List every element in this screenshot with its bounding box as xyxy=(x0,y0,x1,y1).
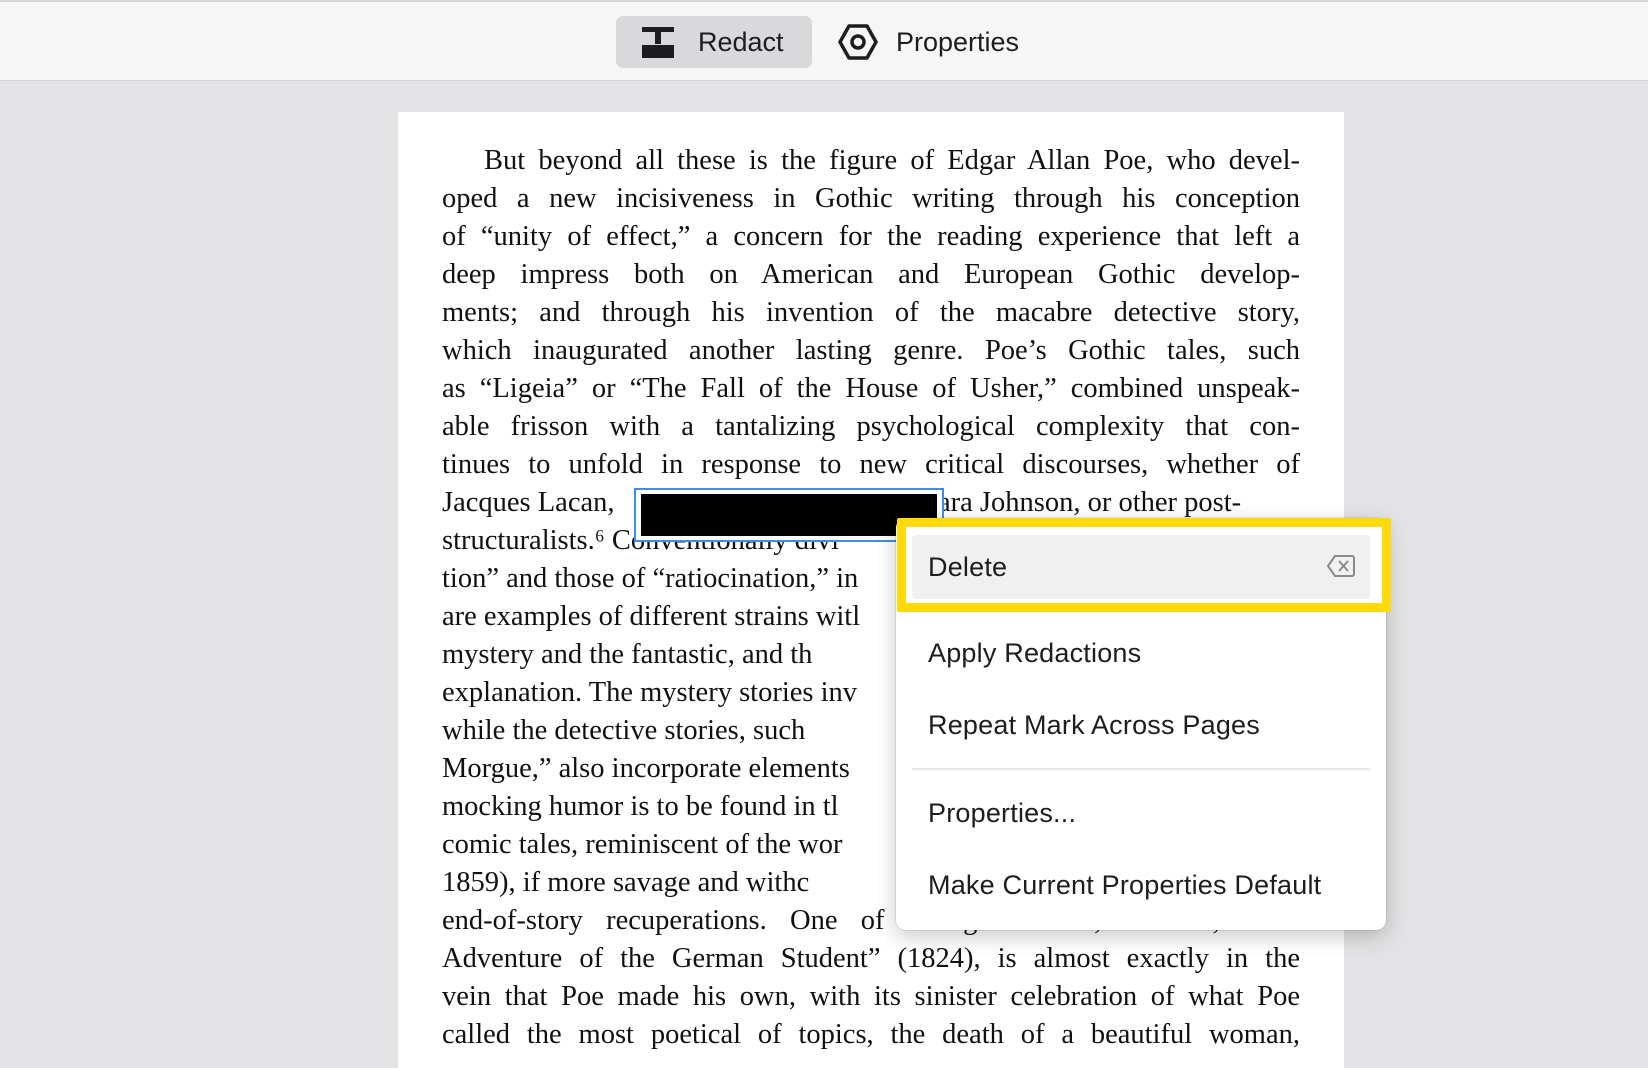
document-line: But beyond all these is the figure of Ed… xyxy=(484,145,1300,176)
properties-hexagon-icon xyxy=(838,22,878,62)
document-line: called the most poetical of topics, the … xyxy=(442,1019,1300,1050)
document-line: tinues to unfold in response to new crit… xyxy=(442,449,1300,480)
menu-item-delete[interactable]: Delete xyxy=(912,535,1370,599)
menu-item-repeat-mark[interactable]: Repeat Mark Across Pages xyxy=(912,693,1370,757)
properties-tool-label: Properties xyxy=(896,26,1020,57)
delete-key-icon xyxy=(1326,553,1356,579)
menu-item-delete-label: Delete xyxy=(928,551,1008,582)
document-line: deep impress both on American and Europe… xyxy=(442,259,1300,290)
properties-tool-button[interactable]: Properties xyxy=(834,16,1054,68)
menu-item-apply-redactions[interactable]: Apply Redactions xyxy=(912,621,1370,685)
document-line: which inaugurated another lasting genre.… xyxy=(442,335,1300,366)
menu-item-repeat-label: Repeat Mark Across Pages xyxy=(928,709,1260,740)
redact-tool-label: Redact xyxy=(698,26,784,57)
document-line: as “Ligeia” or “The Fall of the House of… xyxy=(442,373,1300,404)
menu-separator xyxy=(912,768,1370,770)
menu-item-properties-label: Properties... xyxy=(928,797,1077,828)
menu-item-apply-label: Apply Redactions xyxy=(928,637,1142,668)
redaction-fill xyxy=(641,494,937,536)
document-line: Adventure of the German Student” (1824),… xyxy=(442,943,1300,974)
menu-item-properties[interactable]: Properties... xyxy=(912,781,1370,845)
redact-tool-button[interactable]: Redact xyxy=(616,16,812,68)
document-line-tail: ara Johnson, or other post- xyxy=(938,487,1242,518)
document-line: oped a new incisiveness in Gothic writin… xyxy=(442,183,1300,214)
menu-item-make-default[interactable]: Make Current Properties Default xyxy=(912,853,1370,917)
document-line: vein that Poe made his own, with its sin… xyxy=(442,981,1300,1012)
document-line: ments; and through his invention of the … xyxy=(442,297,1300,328)
redact-icon xyxy=(638,22,678,62)
document-line: able frisson with a tantalizing psycholo… xyxy=(442,411,1300,442)
annotation-toolbar: Redact Properties xyxy=(0,0,1648,81)
context-menu: Delete Apply Redactions Repeat Mark Acro… xyxy=(896,518,1386,930)
document-line: of “unity of effect,” a concern for the … xyxy=(442,221,1300,252)
menu-item-make-default-label: Make Current Properties Default xyxy=(928,869,1322,900)
